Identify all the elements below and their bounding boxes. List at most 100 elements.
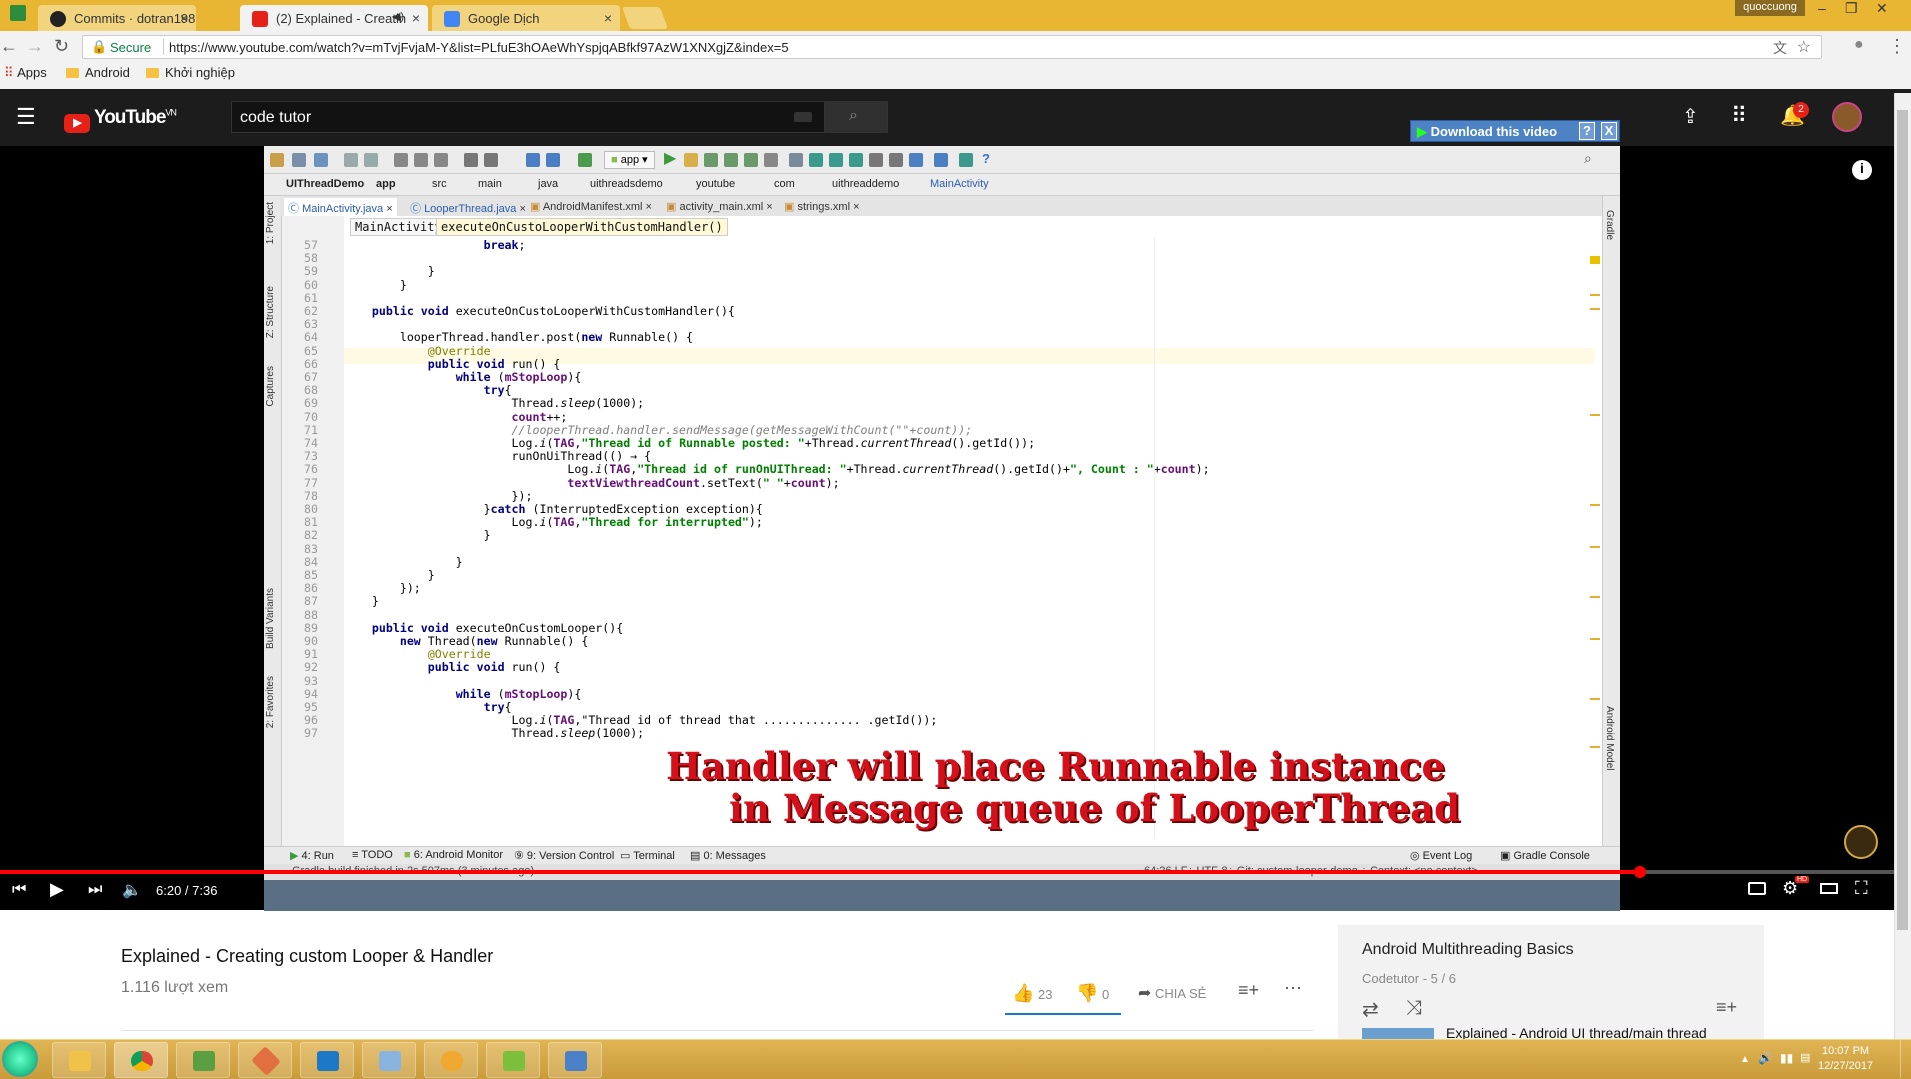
bookmark-star-icon[interactable]: ☆ bbox=[1797, 37, 1811, 57]
help-button[interactable]: ? bbox=[1579, 122, 1595, 140]
show-desktop[interactable] bbox=[1900, 1040, 1910, 1078]
help-icon: ? bbox=[982, 151, 990, 166]
volume-icon[interactable]: 🔈 bbox=[122, 880, 142, 900]
breadcrumb-java: java bbox=[538, 178, 559, 190]
like-button[interactable]: 👍 23 bbox=[1012, 983, 1053, 1004]
bookmark-android[interactable]: Android bbox=[66, 65, 130, 80]
playlist-title[interactable]: Android Multithreading Basics bbox=[1362, 941, 1574, 959]
add-to-playlist-icon[interactable]: ≡+ bbox=[1238, 980, 1259, 1001]
info-icon[interactable]: i bbox=[1852, 160, 1872, 180]
scrollbar-thumb[interactable] bbox=[1897, 110, 1908, 930]
debug-icon bbox=[704, 153, 718, 167]
url-text: https://www.youtube.com/watch?v=mTvjFvja… bbox=[169, 40, 789, 55]
theater-mode-icon[interactable] bbox=[1820, 883, 1838, 894]
back-icon[interactable]: ← bbox=[0, 36, 18, 57]
dislike-button[interactable]: 👎 0 bbox=[1076, 983, 1109, 1004]
close-button[interactable]: X bbox=[1601, 122, 1617, 140]
maximize-icon[interactable]: ❐ bbox=[1845, 0, 1858, 17]
tab-google-translate[interactable]: Google Dịch × bbox=[432, 5, 620, 31]
next-icon[interactable]: ⏭ bbox=[88, 881, 102, 899]
taskbar-app-7[interactable] bbox=[424, 1042, 478, 1078]
menu-icon[interactable]: ⋮ bbox=[1888, 36, 1906, 57]
bookmark-khoi-nghiep[interactable]: Khởi nghiệp bbox=[146, 65, 235, 80]
translate-page-icon[interactable]: ⽂ bbox=[1773, 38, 1787, 58]
taskbar-paint[interactable] bbox=[362, 1042, 416, 1078]
line-number: 90 bbox=[304, 634, 318, 648]
subtitles-icon[interactable] bbox=[1748, 882, 1766, 895]
address-bar[interactable]: 🔒 Secure https://www.youtube.com/watch?v… bbox=[82, 35, 1822, 59]
volume-tray-icon[interactable]: 🔊 bbox=[1758, 1051, 1773, 1065]
hamburger-menu-icon[interactable]: ☰ bbox=[16, 104, 36, 130]
line-number: 60 bbox=[304, 277, 318, 292]
gradle-sync-icon bbox=[829, 153, 843, 167]
run-icon: ▶ bbox=[290, 850, 302, 862]
close-window-icon[interactable]: ✕ bbox=[1876, 0, 1888, 17]
share-icon: ➦ bbox=[1138, 985, 1152, 1002]
extension-icon[interactable]: ● bbox=[1854, 36, 1864, 54]
apps-grid-icon[interactable] bbox=[10, 5, 26, 21]
previous-icon[interactable]: ⏮ bbox=[12, 881, 26, 899]
start-button[interactable] bbox=[2, 1041, 38, 1077]
loop-icon[interactable]: ⇄ bbox=[1362, 997, 1379, 1022]
breadcrumb-youtube: youtube bbox=[696, 178, 736, 190]
more-actions-icon[interactable]: ⋯ bbox=[1284, 978, 1302, 999]
taskbar-clock[interactable]: 10:07 PM 12/27/2017 bbox=[1818, 1044, 1873, 1074]
playlist-subtitle: Codetutor - 5 / 6 bbox=[1362, 971, 1456, 986]
search-button[interactable]: ⌕ bbox=[824, 101, 888, 133]
channel-watermark-icon[interactable] bbox=[1844, 825, 1878, 859]
close-icon[interactable]: × bbox=[604, 10, 612, 26]
tool-terminal: ▭ Terminal bbox=[620, 850, 675, 862]
minimize-icon[interactable]: – bbox=[1818, 0, 1826, 16]
apps-bookmark[interactable]: ⠿ Apps bbox=[4, 65, 47, 81]
language-tray-icon[interactable]: ▤ bbox=[1800, 1051, 1810, 1064]
line-number: 78 bbox=[304, 488, 318, 503]
hd-badge: HD bbox=[1795, 876, 1810, 883]
taskbar-app-3[interactable] bbox=[176, 1042, 230, 1078]
error-stripe-marker bbox=[1590, 294, 1600, 296]
close-icon[interactable]: × bbox=[180, 10, 188, 26]
build-icon bbox=[578, 153, 592, 167]
speaker-icon[interactable]: ◀) bbox=[392, 10, 404, 23]
keyboard-icon[interactable] bbox=[794, 112, 812, 122]
line-number: 76 bbox=[304, 462, 318, 477]
apps-icon[interactable]: ⠿ bbox=[1731, 103, 1747, 129]
taskbar-explorer[interactable] bbox=[52, 1042, 106, 1078]
tray-arrow-icon[interactable]: ▲ bbox=[1740, 1054, 1750, 1065]
profile-name[interactable]: quoccuong bbox=[1735, 0, 1805, 16]
close-icon[interactable]: × bbox=[412, 10, 420, 26]
github-icon bbox=[50, 11, 66, 27]
forward-icon[interactable]: → bbox=[26, 36, 44, 57]
avatar[interactable] bbox=[1832, 102, 1862, 132]
taskbar-app-8[interactable] bbox=[486, 1042, 540, 1078]
upload-icon[interactable]: ⇪ bbox=[1682, 104, 1699, 129]
code-line: } bbox=[344, 277, 407, 292]
search-input[interactable]: code tutor bbox=[231, 101, 825, 133]
translate-icon bbox=[444, 11, 460, 27]
paste-icon bbox=[434, 153, 448, 167]
youtube-logo[interactable]: ▶ YouTubeVN bbox=[64, 107, 177, 133]
network-tray-icon[interactable]: ▮▮ bbox=[1780, 1051, 1793, 1065]
line-number: 82 bbox=[304, 528, 318, 543]
breadcrumb-mainactivity: MainActivity bbox=[930, 178, 989, 190]
structure-icon bbox=[889, 153, 903, 167]
share-button[interactable]: ➦ CHIA SẺ bbox=[1138, 983, 1206, 1003]
code-line: new Thread(new Runnable() { bbox=[399, 634, 589, 648]
code-line: public void executeOnCustoLooperWithCust… bbox=[371, 304, 735, 318]
taskbar-vscode[interactable] bbox=[300, 1042, 354, 1078]
shuffle-icon[interactable]: ⤨ bbox=[1406, 997, 1422, 1020]
taskbar-app-4[interactable] bbox=[238, 1042, 292, 1078]
layout-icon bbox=[849, 153, 863, 167]
struct-class: MainActivity bbox=[350, 218, 447, 236]
new-tab-button[interactable] bbox=[621, 7, 669, 29]
tab-mainactivity: Ⓒ MainActivity.java × bbox=[284, 198, 397, 216]
save-playlist-icon[interactable]: ≡+ bbox=[1716, 997, 1737, 1018]
tab-youtube[interactable]: (2) Explained - Creatin ◀) × bbox=[240, 5, 428, 31]
taskbar-app-9[interactable] bbox=[548, 1042, 602, 1078]
line-number: 95 bbox=[304, 700, 318, 714]
taskbar-chrome[interactable] bbox=[114, 1042, 168, 1078]
reload-icon[interactable]: ↻ bbox=[54, 36, 69, 57]
tab-commits[interactable]: Commits · dotran1989/ar × bbox=[38, 5, 196, 31]
fullscreen-icon[interactable]: ⛶ bbox=[1855, 878, 1868, 899]
play-icon[interactable]: ▶ bbox=[50, 879, 64, 900]
download-video-button[interactable]: ▶ Download this video ? X bbox=[1410, 120, 1620, 142]
